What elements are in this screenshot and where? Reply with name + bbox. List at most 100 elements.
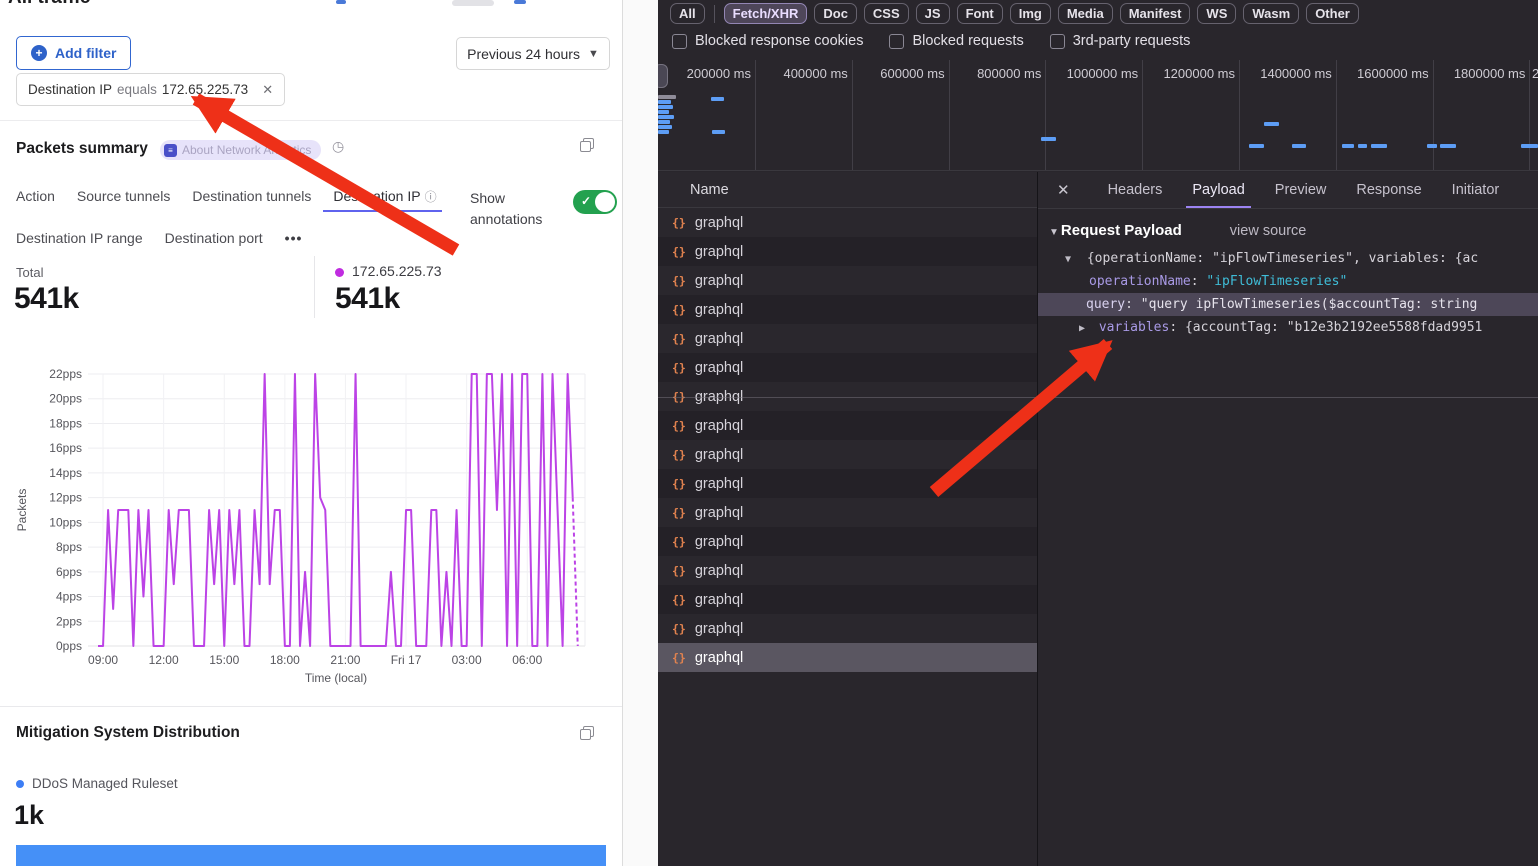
payload-variables-row[interactable]: ▶ variables: {accountTag: "b12e3b2192ee5… [1038,316,1538,339]
copy-panel-icon[interactable] [580,138,594,152]
checkbox-label: Blocked requests [912,33,1023,49]
view-source-link[interactable]: view source [1230,223,1307,239]
name-column-header[interactable]: Name [658,172,1037,208]
divider [0,706,622,707]
request-row[interactable]: {} graphql [658,527,1037,556]
request-row[interactable]: {}graphql [658,266,1037,295]
request-row[interactable]: {} graphql [658,556,1037,585]
request-row[interactable]: {}graphql [658,353,1037,382]
packets-timeseries-chart[interactable]: 0pps2pps4pps6pps8pps10pps12pps14pps16pps… [0,358,622,698]
frame-artifact-line [658,397,1538,398]
json-request-icon: {} [672,303,686,317]
request-name: graphql [695,418,743,434]
detail-tab-initiator[interactable]: Initiator [1452,172,1500,208]
request-row[interactable]: {}graphql [658,324,1037,353]
json-request-icon: {} [672,477,686,491]
more-tabs-button[interactable]: ••• [285,230,303,246]
request-timing-bar [658,95,676,99]
request-row[interactable]: {}graphql [658,498,1037,527]
detail-tab-payload[interactable]: Payload [1192,172,1244,208]
mitigation-value: 1k [14,800,44,831]
clipped-toolbar-icon [336,0,346,4]
request-row[interactable]: {}graphql [658,469,1037,498]
detail-tab-headers[interactable]: Headers [1108,172,1163,208]
json-request-icon: {} [672,564,686,578]
tab-destination-ip-range[interactable]: Destination IP range [16,230,143,246]
show-annotations-toggle[interactable]: ✓ [573,190,617,214]
network-filter-pill-media[interactable]: Media [1058,3,1113,24]
svg-text:6pps: 6pps [56,565,82,579]
request-name: graphql [695,621,743,637]
page-title: All traffic [8,0,90,9]
request-name: graphql [695,534,743,550]
request-row[interactable]: {} graphql [658,295,1037,324]
network-filter-pill-ws[interactable]: WS [1197,3,1236,24]
tab-action[interactable]: Action [16,188,55,205]
request-name: graphql [695,302,743,318]
triangle-right-icon[interactable]: ▶ [1079,323,1085,334]
triangle-down-icon[interactable]: ▼ [1065,254,1071,265]
svg-text:06:00: 06:00 [512,653,542,667]
timeline-tick-label: 600000 ms [852,66,945,81]
add-filter-button[interactable]: + Add filter [16,36,131,70]
time-range-dropdown[interactable]: Previous 24 hours ▼ [456,37,610,70]
network-filter-pill-font[interactable]: Font [957,3,1003,24]
svg-text:20pps: 20pps [49,392,82,406]
request-row[interactable]: {}graphql [658,643,1037,672]
checkbox-3rd-party-requests[interactable]: 3rd-party requests [1050,33,1191,49]
tab-destination-ip[interactable]: Destination IPⓘ [333,188,436,205]
detail-tab-preview[interactable]: Preview [1275,172,1327,208]
active-tab-underline [323,210,442,212]
request-payload-section[interactable]: ▼Request Payload [1049,222,1182,239]
network-filter-pill-js[interactable]: JS [916,3,950,24]
svg-text:14pps: 14pps [49,466,82,480]
clock-icon: ◷ [332,138,344,155]
payload-operation-row[interactable]: operationName: "ipFlowTimeseries" [1038,270,1538,293]
tab-destination-port[interactable]: Destination port [165,230,263,246]
network-filter-pill-other[interactable]: Other [1306,3,1359,24]
mitigation-title: Mitigation System Distribution [16,724,240,742]
filter-field: Destination IP [28,82,112,97]
checkbox-blocked-response-cookies[interactable]: Blocked response cookies [672,33,863,49]
request-row[interactable]: {}graphql [658,237,1037,266]
network-filter-pill-manifest[interactable]: Manifest [1120,3,1191,24]
checkbox-label: 3rd-party requests [1073,33,1191,49]
network-overview-timeline[interactable]: 200000 ms400000 ms600000 ms800000 ms1000… [658,60,1538,171]
close-icon[interactable]: ✕ [1057,181,1070,199]
network-filter-pill-wasm[interactable]: Wasm [1243,3,1299,24]
payload-summary-line[interactable]: ▼ {operationName: "ipFlowTimeseries", va… [1038,247,1538,270]
request-row[interactable]: {}graphql [658,440,1037,469]
request-timing-bar [1358,144,1367,148]
checkbox-box [1050,34,1065,49]
remove-filter-icon[interactable]: ✕ [262,82,273,98]
svg-text:12pps: 12pps [49,491,82,505]
request-row[interactable]: {}graphql [658,614,1037,643]
network-filter-pill-img[interactable]: Img [1010,3,1051,24]
svg-text:Packets: Packets [15,489,29,532]
filter-operator: equals [117,82,157,97]
request-name: graphql [695,505,743,521]
tab-destination-tunnels[interactable]: Destination tunnels [192,188,311,205]
request-row[interactable]: {}graphql [658,208,1037,237]
request-name: graphql [695,563,743,579]
checkbox-box [889,34,904,49]
network-filter-pill-doc[interactable]: Doc [814,3,857,24]
json-request-icon: {} [672,535,686,549]
tab-source-tunnels[interactable]: Source tunnels [77,188,170,205]
payload-query-row[interactable]: query: "query ipFlowTimeseries($accountT… [1038,293,1538,316]
about-network-analytics-badge[interactable]: ≡ About Network Analytics [160,140,321,160]
network-filter-pill-all[interactable]: All [670,3,705,24]
timeline-tick-label: 800000 ms [948,66,1041,81]
network-filter-pill-fetch-xhr[interactable]: Fetch/XHR [724,3,808,24]
copy-panel-icon[interactable] [580,726,594,740]
checkbox-blocked-requests[interactable]: Blocked requests [889,33,1023,49]
request-timing-bar [1440,144,1456,148]
detail-tab-response[interactable]: Response [1356,172,1421,208]
request-row[interactable]: {}graphql [658,411,1037,440]
network-filter-pill-css[interactable]: CSS [864,3,909,24]
docs-icon: ≡ [164,144,177,157]
request-row[interactable]: {}graphql [658,585,1037,614]
request-name: graphql [695,360,743,376]
timeline-tick-label: 1600000 ms [1336,66,1429,81]
svg-text:22pps: 22pps [49,367,82,381]
